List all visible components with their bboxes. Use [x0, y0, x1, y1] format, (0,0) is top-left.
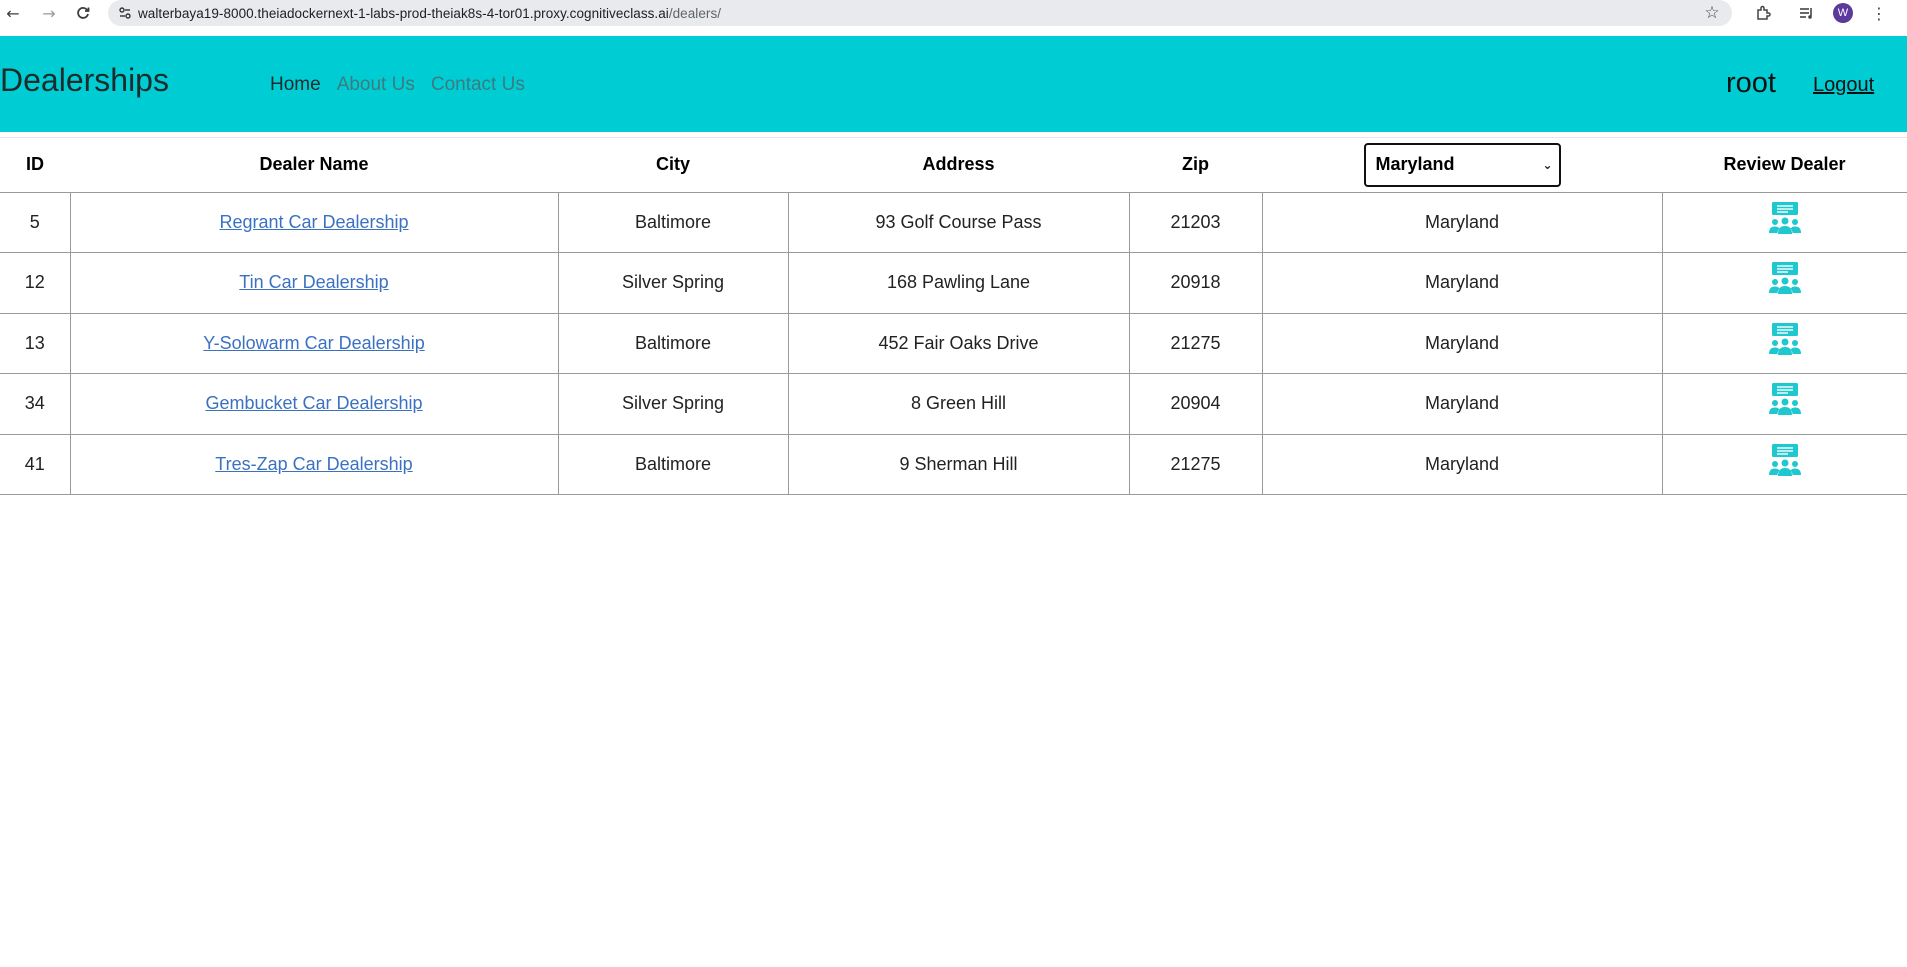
cell-zip: 21275	[1128, 434, 1262, 495]
cell-review	[1661, 192, 1907, 253]
cell-review	[1661, 313, 1907, 374]
review-icon[interactable]	[1768, 261, 1802, 299]
table-row: 34 Gembucket Car Dealership Silver Spring 8…	[0, 373, 1907, 435]
dealer-link[interactable]: Y-Solowarm Car Dealership	[203, 333, 424, 353]
cell-zip: 21203	[1128, 192, 1262, 253]
column-header-city: City	[558, 138, 788, 193]
cell-city: Silver Spring	[557, 252, 788, 314]
dealers-table: ID Dealer Name City Address Zip Maryland…	[0, 138, 1907, 495]
main-nav: Home About Us Contact Us	[270, 74, 525, 96]
star-icon[interactable]: ☆	[1702, 3, 1722, 23]
dealer-link[interactable]: Gembucket Car Dealership	[205, 393, 422, 413]
cell-dealer-name: Gembucket Car Dealership	[69, 373, 558, 435]
cell-city: Baltimore	[557, 434, 788, 495]
cell-city: Baltimore	[557, 313, 788, 374]
cell-address: 9 Sherman Hill	[787, 434, 1129, 495]
username: root	[1726, 67, 1776, 99]
table-header-row: ID Dealer Name City Address Zip Maryland…	[0, 138, 1907, 193]
dealer-link[interactable]: Tin Car Dealership	[239, 272, 388, 292]
menu-icon[interactable]: ⋮	[1861, 0, 1897, 26]
cell-id: 41	[0, 434, 70, 495]
column-header-id: ID	[0, 138, 70, 193]
cell-state: Maryland	[1261, 192, 1662, 253]
table-row: 5 Regrant Car Dealership Baltimore 93 Golf …	[0, 192, 1907, 253]
forward-arrow-icon[interactable]: →	[36, 0, 62, 26]
state-filter-select[interactable]: Maryland ⌄	[1363, 142, 1561, 187]
cell-state: Maryland	[1261, 434, 1662, 495]
extensions-icon[interactable]	[1745, 0, 1781, 26]
avatar: W	[1833, 3, 1853, 23]
table-row: 13 Y-Solowarm Car Dealership Baltimore 452 …	[0, 313, 1907, 374]
cell-city: Baltimore	[557, 192, 788, 253]
review-icon[interactable]	[1768, 322, 1802, 360]
cell-id: 5	[0, 192, 70, 253]
cell-review	[1661, 252, 1907, 314]
nav-home[interactable]: Home	[270, 74, 321, 96]
table-row: 41 Tres-Zap Car Dealership Baltimore 9 Sher…	[0, 434, 1907, 495]
cell-state: Maryland	[1261, 373, 1662, 435]
nav-about-us[interactable]: About Us	[337, 74, 415, 96]
column-header-state: Maryland ⌄	[1262, 138, 1662, 193]
cell-state: Maryland	[1261, 252, 1662, 314]
cell-dealer-name: Y-Solowarm Car Dealership	[69, 313, 558, 374]
review-icon[interactable]	[1768, 201, 1802, 239]
cell-id: 13	[0, 313, 70, 374]
cell-id: 34	[0, 373, 70, 435]
address-bar[interactable]: walterbaya19-8000.theiadockernext-1-labs…	[108, 0, 1732, 26]
site-info-icon[interactable]	[112, 0, 138, 26]
dealer-link[interactable]: Regrant Car Dealership	[219, 212, 408, 232]
cell-dealer-name: Tres-Zap Car Dealership	[69, 434, 558, 495]
cell-address: 452 Fair Oaks Drive	[787, 313, 1129, 374]
column-header-review-dealer: Review Dealer	[1662, 138, 1907, 193]
logout-link[interactable]: Logout	[1813, 74, 1874, 97]
brand-title: Dealerships	[0, 62, 169, 98]
state-filter-value: Maryland	[1375, 154, 1455, 175]
dealer-link[interactable]: Tres-Zap Car Dealership	[215, 454, 412, 474]
review-icon[interactable]	[1768, 443, 1802, 481]
app-header: Dealerships Home About Us Contact Us roo…	[0, 36, 1907, 132]
column-header-address: Address	[788, 138, 1129, 193]
cell-address: 93 Golf Course Pass	[787, 192, 1129, 253]
profile-avatar[interactable]: W	[1825, 0, 1861, 26]
column-header-zip: Zip	[1129, 138, 1262, 193]
cell-dealer-name: Tin Car Dealership	[69, 252, 558, 314]
column-header-dealer-name: Dealer Name	[70, 138, 558, 193]
cell-dealer-name: Regrant Car Dealership	[69, 192, 558, 253]
back-arrow-icon[interactable]: ←	[0, 0, 26, 26]
cell-review	[1661, 434, 1907, 495]
url-text: walterbaya19-8000.theiadockernext-1-labs…	[138, 5, 722, 21]
table-row: 12 Tin Car Dealership Silver Spring 168 Paw…	[0, 252, 1907, 314]
review-icon[interactable]	[1768, 382, 1802, 420]
cell-zip: 20918	[1128, 252, 1262, 314]
cell-zip: 21275	[1128, 313, 1262, 374]
browser-toolbar: ← → walterbaya19-8000.theiadockernext-1-…	[0, 0, 1907, 26]
cell-id: 12	[0, 252, 70, 314]
cell-address: 168 Pawling Lane	[787, 252, 1129, 314]
chevron-down-icon: ⌄	[1542, 157, 1553, 172]
cell-review	[1661, 373, 1907, 435]
cell-address: 8 Green Hill	[787, 373, 1129, 435]
cell-zip: 20904	[1128, 373, 1262, 435]
nav-contact-us[interactable]: Contact Us	[431, 74, 525, 96]
reload-icon[interactable]	[70, 0, 96, 26]
cell-state: Maryland	[1261, 313, 1662, 374]
cell-city: Silver Spring	[557, 373, 788, 435]
media-icon[interactable]	[1789, 0, 1825, 26]
